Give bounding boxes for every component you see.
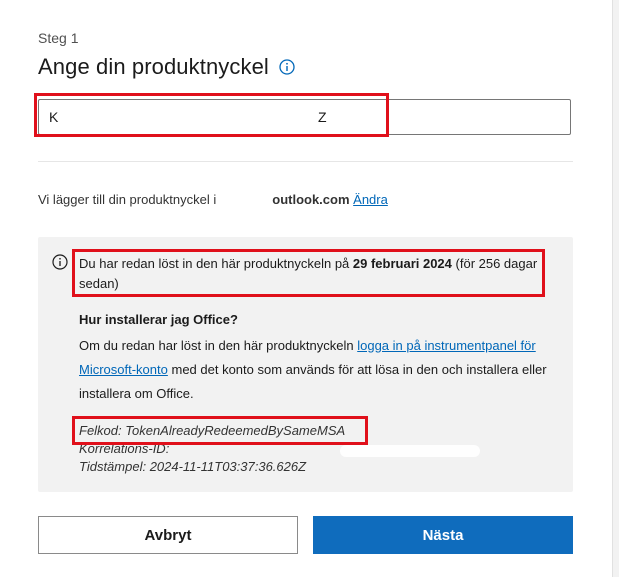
account-line: Vi lägger till din produktnyckel i outloo… bbox=[38, 192, 388, 207]
timestamp: Tidstämpel: 2024-11-11T03:37:36.626Z bbox=[79, 459, 307, 474]
redaction-mark bbox=[340, 445, 480, 457]
help-text: Om du redan har löst in den här produktn… bbox=[79, 338, 547, 401]
highlight-box-notice bbox=[72, 249, 545, 297]
account-text: Vi lägger till din produktnyckel i bbox=[38, 192, 217, 207]
account-email: outlook.com bbox=[272, 192, 350, 207]
page-title: Ange din produktnyckel bbox=[38, 54, 269, 79]
divider bbox=[38, 161, 573, 162]
change-account-link[interactable]: Ändra bbox=[353, 192, 388, 207]
scrollbar-track[interactable] bbox=[612, 0, 619, 577]
title-row: Ange din produktnyckel bbox=[38, 52, 295, 82]
info-icon[interactable] bbox=[279, 59, 295, 75]
cancel-button[interactable]: Avbryt bbox=[38, 516, 298, 554]
next-button[interactable]: Nästa bbox=[313, 516, 573, 554]
step-label: Steg 1 bbox=[38, 30, 79, 46]
help-heading: Hur installerar jag Office? bbox=[79, 312, 238, 327]
highlight-box-input bbox=[34, 93, 389, 137]
info-icon bbox=[52, 254, 68, 270]
highlight-box-error bbox=[72, 416, 368, 445]
